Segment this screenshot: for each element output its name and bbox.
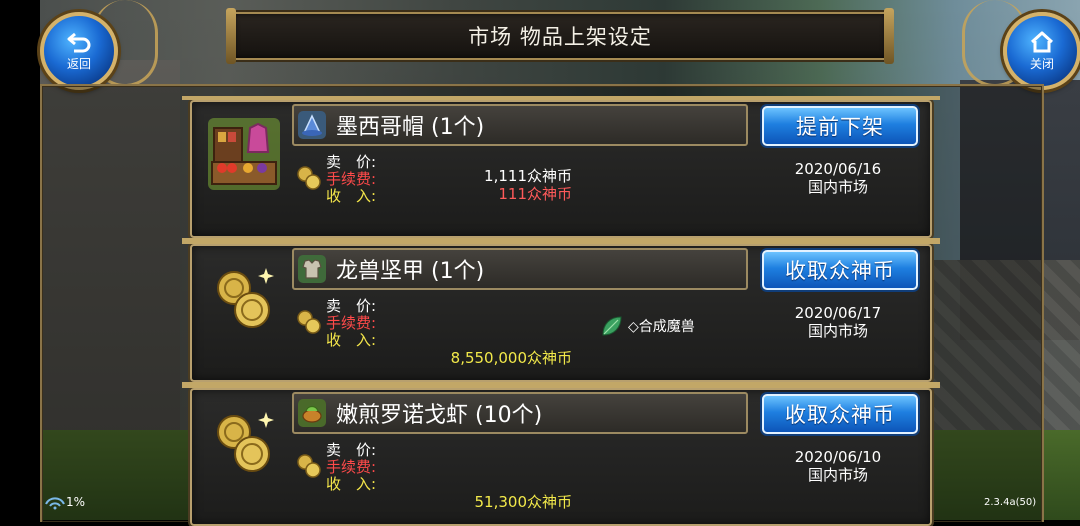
battery-indicator: 1% — [44, 494, 85, 510]
battery-percent: 1% — [66, 495, 86, 509]
listing-card: 墨西哥帽 (1个) 提前下架 卖 价: 手续费: 收 入: 1,111众神币 1… — [182, 96, 940, 242]
back-button[interactable]: 返回 — [40, 12, 118, 90]
listing-date-market: 2020/06/17 国内市场 — [758, 304, 918, 340]
item-name: 墨西哥帽 (1个) — [336, 115, 485, 140]
armor-icon — [298, 255, 326, 283]
income-label: 收 入: — [326, 331, 377, 349]
income-label: 收 入: — [326, 475, 377, 493]
coins-icon — [297, 454, 321, 478]
title-bar: 市场 物品上架设定 — [226, 8, 894, 64]
listing-date-market: 2020/06/16 国内市场 — [758, 160, 918, 196]
listing-date: 2020/06/10 — [794, 448, 882, 466]
return-arrow-icon — [67, 32, 91, 52]
income-label: 收 入: — [326, 187, 377, 205]
close-label: 关闭 — [1029, 56, 1054, 71]
item-name: 嫩煎罗诺戈虾 (10个) — [336, 403, 543, 428]
market-type: 国内市场 — [807, 322, 868, 340]
listing-date: 2020/06/17 — [794, 304, 882, 322]
item-note: ◇合成魔兽 — [600, 314, 695, 338]
delist-early-button[interactable]: 提前下架 — [762, 106, 918, 146]
version-label: 2.3.4a(50) — [984, 497, 1037, 508]
page-title: 市场 物品上架设定 — [468, 25, 652, 49]
listing-date: 2020/06/16 — [794, 160, 882, 178]
card-frame-top — [182, 240, 940, 244]
wizard-hat-icon — [298, 111, 326, 139]
listing-card: 嫩煎罗诺戈虾 (10个) 收取众神币 卖 价: 手续费: 收 入: 51,300… — [182, 384, 940, 526]
wifi-icon — [45, 497, 65, 510]
listing-card: 龙兽坚甲 (1个) 收取众神币 卖 价: 手续费: 收 入: 8,550,000… — [182, 240, 940, 386]
title-cap-left — [226, 8, 236, 64]
sell-price-label: 卖 价: — [326, 153, 377, 171]
fee-value: 111众神币 — [498, 185, 572, 203]
fee-label: 手续费: — [326, 458, 377, 476]
sell-price-label: 卖 价: — [326, 297, 377, 315]
title-cap-right — [884, 8, 894, 64]
income-value: 8,550,000众神币 — [450, 349, 572, 367]
coins-icon — [297, 310, 321, 334]
god-coins-icon — [206, 404, 282, 480]
item-note-text: ◇合成魔兽 — [628, 319, 695, 335]
collect-coins-button[interactable]: 收取众神币 — [762, 394, 918, 434]
coins-icon — [297, 166, 321, 190]
market-stall-icon — [206, 116, 282, 192]
card-frame-top — [182, 96, 940, 100]
market-type: 国内市场 — [807, 466, 868, 484]
card-frame-top — [182, 384, 940, 388]
fee-label: 手续费: — [326, 170, 377, 188]
item-name: 龙兽坚甲 (1个) — [336, 259, 485, 284]
item-name-bar: 嫩煎罗诺戈虾 (10个) — [292, 392, 748, 434]
back-label: 返回 — [66, 56, 91, 71]
home-icon — [1030, 31, 1054, 52]
collect-coins-button[interactable]: 收取众神币 — [762, 250, 918, 290]
listing-date-market: 2020/06/10 国内市场 — [758, 448, 918, 484]
shrimp-dish-icon — [298, 399, 326, 427]
sell-price-label: 卖 价: — [326, 441, 377, 459]
income-value: 51,300众神币 — [474, 493, 573, 511]
item-name-bar: 墨西哥帽 (1个) — [292, 104, 748, 146]
fee-label: 手续费: — [326, 314, 377, 332]
market-type: 国内市场 — [807, 178, 868, 196]
leaf-icon — [602, 316, 622, 336]
item-name-bar: 龙兽坚甲 (1个) — [292, 248, 748, 290]
close-button[interactable]: 关闭 — [1003, 12, 1080, 90]
god-coins-icon — [206, 260, 282, 336]
sell-price-value: 1,111众神币 — [484, 167, 572, 185]
